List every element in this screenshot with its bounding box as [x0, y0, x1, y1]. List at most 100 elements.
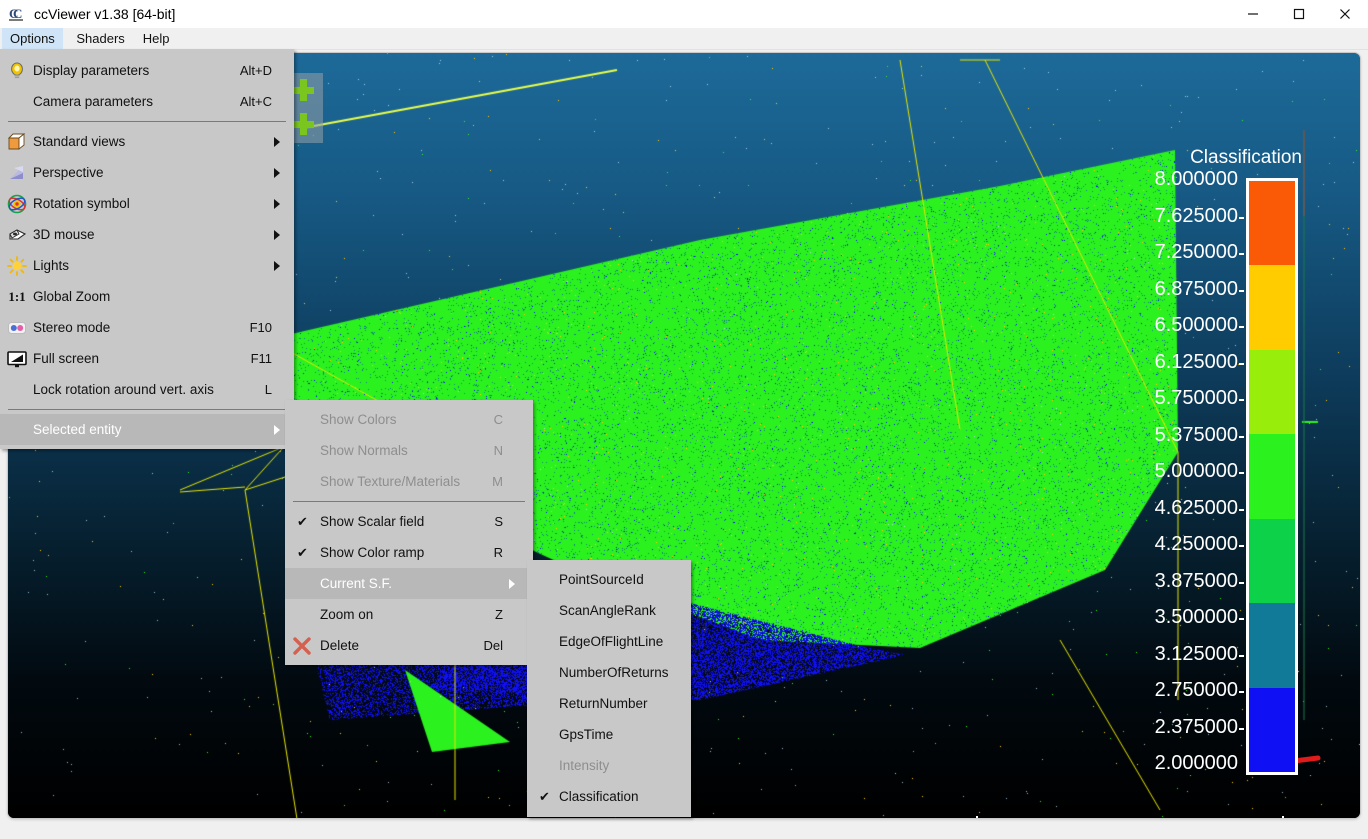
menu-item-shortcut: Del — [483, 630, 503, 661]
cube-icon — [7, 132, 27, 152]
maximize-icon[interactable] — [1276, 0, 1322, 28]
menu-item-standard-views[interactable]: Standard views — [0, 126, 294, 157]
selected-entity-menu[interactable]: Show Colors C Show Normals N Show Texture/Ma… — [285, 400, 533, 665]
menu-item-label: 3D mouse — [33, 219, 95, 250]
menu-item-label: Classification — [559, 781, 639, 812]
color-ramp-title: Classification — [1190, 147, 1302, 169]
menu-item-label: Show Color ramp — [320, 537, 424, 568]
menu-item-label: EdgeOfFlightLine — [559, 626, 663, 657]
menu-item-label: Full screen — [33, 343, 99, 374]
menu-item-rotation-symbol[interactable]: Rotation symbol — [0, 188, 294, 219]
menu-item-full-screen[interactable]: Full screen F11 — [0, 343, 294, 374]
chevron-right-icon — [274, 425, 280, 435]
chevron-right-icon — [274, 199, 280, 209]
chevron-right-icon — [509, 579, 515, 589]
menu-item-label: Show Texture/Materials — [320, 466, 460, 497]
color-ramp-tick-label: 2.375000 — [1155, 716, 1238, 739]
color-ramp-segment — [1249, 603, 1295, 687]
menu-item-global-zoom[interactable]: 1:1 Global Zoom — [0, 281, 294, 312]
menu-separator — [0, 405, 294, 414]
menu-item-label: Show Scalar field — [320, 506, 424, 537]
color-ramp-segment — [1249, 434, 1295, 518]
color-ramp-tick-mark — [1239, 253, 1244, 255]
menu-item-stereo-mode[interactable]: Stereo mode F10 — [0, 312, 294, 343]
color-ramp-tick-label: 6.125000 — [1155, 351, 1238, 374]
menu-item-label: Lock rotation around vert. axis — [33, 374, 214, 405]
menu-item-lights[interactable]: Lights — [0, 250, 294, 281]
menu-item-scananglerank[interactable]: ScanAngleRank — [527, 595, 691, 626]
menubar-item-help[interactable]: Help — [135, 28, 178, 49]
menu-item-pointsourceid[interactable]: PointSourceId — [527, 564, 691, 595]
chevron-right-icon — [274, 230, 280, 240]
color-ramp-segment — [1249, 688, 1295, 772]
menubar-item-options[interactable]: Options — [2, 28, 63, 49]
menu-item-label: ScanAngleRank — [559, 595, 656, 626]
menu-item-selected-entity[interactable]: Selected entity — [0, 414, 294, 445]
color-ramp-bar — [1246, 178, 1298, 775]
color-ramp-tick-mark — [1239, 399, 1244, 401]
color-ramp-tick-mark — [1239, 326, 1244, 328]
minimize-icon[interactable] — [1230, 0, 1276, 28]
3d-mouse-icon — [7, 225, 27, 245]
menu-item-label: Show Normals — [320, 435, 408, 466]
menu-item-perspective[interactable]: Perspective — [0, 157, 294, 188]
color-ramp-tick-mark — [1239, 509, 1244, 511]
perspective-icon — [7, 163, 27, 183]
menu-item-label: Show Colors — [320, 404, 397, 435]
menu-item-shortcut: Alt+C — [240, 86, 272, 117]
menu-item-label: Lights — [33, 250, 69, 281]
delete-cross-icon — [292, 636, 312, 656]
menu-item-numberofreturns[interactable]: NumberOfReturns — [527, 657, 691, 688]
color-ramp-tick-label: 5.000000 — [1155, 460, 1238, 483]
menu-item-label: Current S.F. — [320, 568, 392, 599]
color-ramp-tick-mark — [1239, 436, 1244, 438]
plus-icon[interactable] — [292, 79, 314, 101]
menu-item-show-scalar-field[interactable]: ✔ Show Scalar field S — [285, 506, 533, 537]
menu-item-camera-parameters[interactable]: Camera parameters Alt+C — [0, 86, 294, 117]
color-ramp-tick-mark — [1239, 545, 1244, 547]
chevron-right-icon — [274, 261, 280, 271]
color-ramp-tick-mark — [1239, 290, 1244, 292]
close-icon[interactable] — [1322, 0, 1368, 28]
chevron-right-icon — [274, 168, 280, 178]
color-ramp-tick-label: 8.000000 — [1155, 168, 1238, 191]
no-icon — [7, 380, 27, 400]
no-icon — [292, 472, 312, 492]
color-ramp-tick-label: 5.375000 — [1155, 424, 1238, 447]
lightbulb-icon — [7, 61, 27, 81]
scale-bar-cap-right — [1282, 816, 1284, 818]
menu-item-delete[interactable]: Delete Del — [285, 630, 533, 661]
color-ramp-tick-mark — [1239, 691, 1244, 693]
menu-item-label: Selected entity — [33, 414, 122, 445]
menu-item-edgeofflightline[interactable]: EdgeOfFlightLine — [527, 626, 691, 657]
menu-item-show-normals: Show Normals N — [285, 435, 533, 466]
fullscreen-icon — [7, 349, 27, 369]
color-ramp-tick-label: 2.750000 — [1155, 679, 1238, 702]
menu-item-label: NumberOfReturns — [559, 657, 669, 688]
menu-item-shortcut: M — [492, 466, 503, 497]
stereo-glasses-icon — [7, 318, 27, 338]
current-sf-menu[interactable]: PointSourceId ScanAngleRank EdgeOfFlightLi… — [527, 560, 691, 817]
menu-item-show-color-ramp[interactable]: ✔ Show Color ramp R — [285, 537, 533, 568]
cc-logo-icon: CC — [8, 5, 26, 23]
menu-item-label: Global Zoom — [33, 281, 110, 312]
no-icon — [292, 441, 312, 461]
menu-item-zoom-on[interactable]: Zoom on Z — [285, 599, 533, 630]
menu-item-classification[interactable]: ✔ Classification — [527, 781, 691, 812]
menu-item-display-parameters[interactable]: Display parameters Alt+D — [0, 55, 294, 86]
menu-item-current-s-f[interactable]: Current S.F. — [285, 568, 533, 599]
color-ramp-tick-label: 6.875000 — [1155, 278, 1238, 301]
color-ramp-tick-mark — [1239, 217, 1244, 219]
menu-item-returnnumber[interactable]: ReturnNumber — [527, 688, 691, 719]
menu-bar: Options Shaders Help — [0, 28, 1368, 50]
menu-item-gpstime[interactable]: GpsTime — [527, 719, 691, 750]
menubar-item-shaders[interactable]: Shaders — [68, 28, 132, 49]
color-ramp-segment — [1249, 350, 1295, 434]
menu-item-3d-mouse[interactable]: 3D mouse — [0, 219, 294, 250]
color-ramp-tick-label: 4.250000 — [1155, 533, 1238, 556]
menu-item-label: Intensity — [559, 750, 609, 781]
menu-item-label: Standard views — [33, 126, 125, 157]
menu-item-lock-rotation-around-vert-axis[interactable]: Lock rotation around vert. axis L — [0, 374, 294, 405]
options-menu[interactable]: Display parameters Alt+D Camera parameters… — [0, 49, 294, 449]
plus-icon[interactable] — [292, 113, 314, 135]
